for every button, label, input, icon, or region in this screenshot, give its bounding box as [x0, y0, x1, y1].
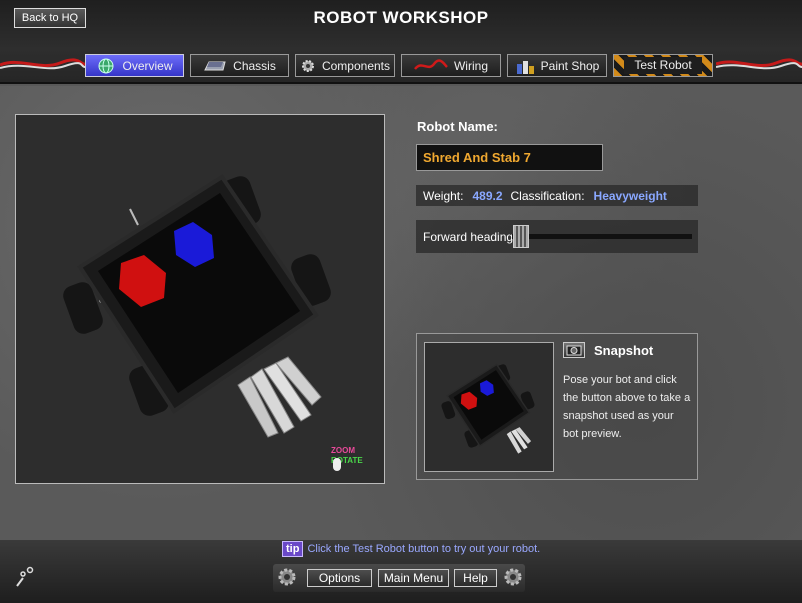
tab-overview-label: Overview	[122, 58, 173, 73]
gear-icon	[504, 568, 522, 586]
tab-components[interactable]: Components	[295, 54, 395, 77]
main-menu-button[interactable]: Main Menu	[378, 569, 449, 587]
snapshot-title: Snapshot	[594, 343, 654, 358]
cursor-icon	[16, 566, 34, 587]
snapshot-description: Pose your bot and click the button above…	[563, 374, 691, 440]
paint-cans-icon	[516, 60, 534, 74]
take-snapshot-button[interactable]	[563, 342, 585, 358]
tab-chassis[interactable]: Chassis	[190, 54, 289, 77]
classification-label: Classification:	[510, 188, 585, 203]
tab-chassis-label: Chassis	[233, 58, 276, 73]
robot-name-label: Robot Name:	[417, 119, 498, 134]
robot-name-input[interactable]	[416, 144, 603, 171]
gear-icon	[301, 59, 314, 72]
tip-bar: tip Click the Test Robot button to try o…	[282, 541, 540, 557]
forward-heading-slider-thumb[interactable]	[513, 225, 529, 248]
snapshot-preview-robot	[441, 363, 535, 454]
tip-badge: tip	[282, 541, 304, 557]
workshop-tabs: Overview Chassis Components Wiring Paint…	[85, 54, 713, 78]
globe-icon	[98, 58, 114, 73]
tab-overview[interactable]: Overview	[85, 54, 184, 77]
classification-value: Heavyweight	[593, 188, 667, 203]
tab-test-robot-label: Test Robot	[624, 57, 702, 74]
page-title: ROBOT WORKSHOP	[313, 8, 489, 27]
weight-label: Weight:	[423, 188, 464, 203]
robot-render	[63, 174, 331, 438]
options-button[interactable]: Options	[307, 569, 372, 587]
tab-components-label: Components	[321, 58, 391, 73]
forward-heading-label: Forward heading:	[423, 229, 517, 244]
tip-text: Click the Test Robot button to try out y…	[307, 543, 541, 555]
mouse-icon	[333, 458, 341, 471]
spike-weapon	[237, 356, 322, 438]
snapshot-preview	[424, 342, 554, 472]
tab-wiring[interactable]: Wiring	[401, 54, 501, 77]
robot-stats-bar: Weight: 489.2 Classification: Heavyweigh…	[416, 185, 698, 206]
robot-3d-viewport[interactable]	[15, 114, 385, 484]
weight-value: 489.2	[472, 188, 503, 203]
cable-decoration-right	[716, 58, 802, 70]
wire-icon	[413, 58, 448, 70]
gear-icon	[278, 568, 296, 586]
camera-icon	[566, 345, 582, 356]
tab-paint-shop[interactable]: Paint Shop	[507, 54, 607, 77]
tab-wiring-label: Wiring	[453, 58, 488, 73]
cable-decoration-left	[0, 58, 85, 70]
top-bar: Back to HQ ROBOT WORKSHOP Overview Chass…	[0, 0, 802, 84]
tab-test-robot[interactable]: Test Robot	[613, 54, 713, 77]
tab-paint-shop-label: Paint Shop	[540, 58, 600, 73]
zoom-hint: ZOOM	[331, 446, 355, 455]
forward-heading-slider[interactable]	[512, 234, 692, 239]
antenna	[129, 208, 139, 226]
chassis-icon	[204, 61, 226, 70]
help-button[interactable]: Help	[454, 569, 497, 587]
